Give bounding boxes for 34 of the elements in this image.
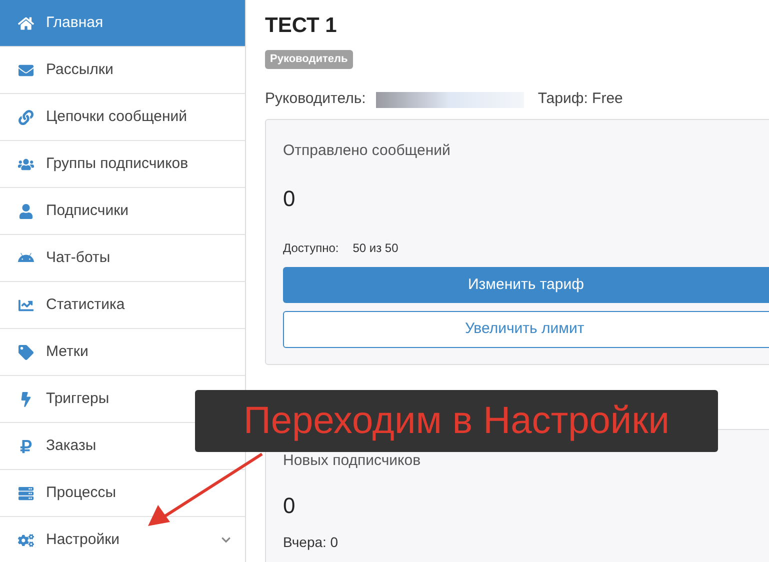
available-label: Доступно: [283, 240, 339, 257]
owner-label: Руководитель: [265, 89, 366, 110]
envelope-icon [18, 62, 34, 78]
line-chart-icon [18, 298, 34, 312]
sidebar-item[interactable]: Процессы [0, 470, 245, 517]
users-icon [18, 156, 34, 172]
link-icon [18, 110, 34, 124]
sidebar-item[interactable]: Настройки [0, 517, 245, 562]
yesterday-count: Вчера: 0 [283, 532, 340, 552]
sidebar-item[interactable]: Группы подписчиков [0, 141, 245, 188]
sidebar-item[interactable]: Чат-боты [0, 235, 245, 282]
gears-icon [18, 532, 34, 548]
change-tariff-button[interactable]: Изменить тариф [283, 267, 769, 303]
tariff-label: Тариф: Free [538, 89, 623, 110]
sidebar-item[interactable]: Метки [0, 329, 245, 376]
increase-limit-button[interactable]: Увеличить лимит [283, 311, 769, 348]
project-title: ТЕСТ 1 [265, 13, 338, 39]
user-icon [18, 204, 34, 218]
sent-count: 0 [283, 185, 296, 213]
card-title: Новых подписчиков [283, 451, 422, 471]
tag-icon [18, 344, 34, 360]
sidebar-item[interactable]: Главная [0, 0, 245, 47]
new-subscribers-count: 0 [283, 492, 296, 520]
home-icon [18, 16, 34, 30]
sidebar-item[interactable]: Цепочки сообщений [0, 94, 245, 141]
role-badge: Руководитель [265, 50, 353, 68]
server-icon [18, 486, 34, 500]
card-title: Отправлено сообщений [283, 140, 452, 160]
sidebar-item[interactable]: Подписчики [0, 188, 245, 235]
sidebar-item[interactable]: Статистика [0, 282, 245, 329]
available-value: 50 из 50 [352, 240, 398, 257]
ruble-icon [18, 438, 34, 454]
sidebar-item[interactable]: Рассылки [0, 47, 245, 94]
annotation-tooltip: Переходим в Настройки [195, 390, 718, 452]
